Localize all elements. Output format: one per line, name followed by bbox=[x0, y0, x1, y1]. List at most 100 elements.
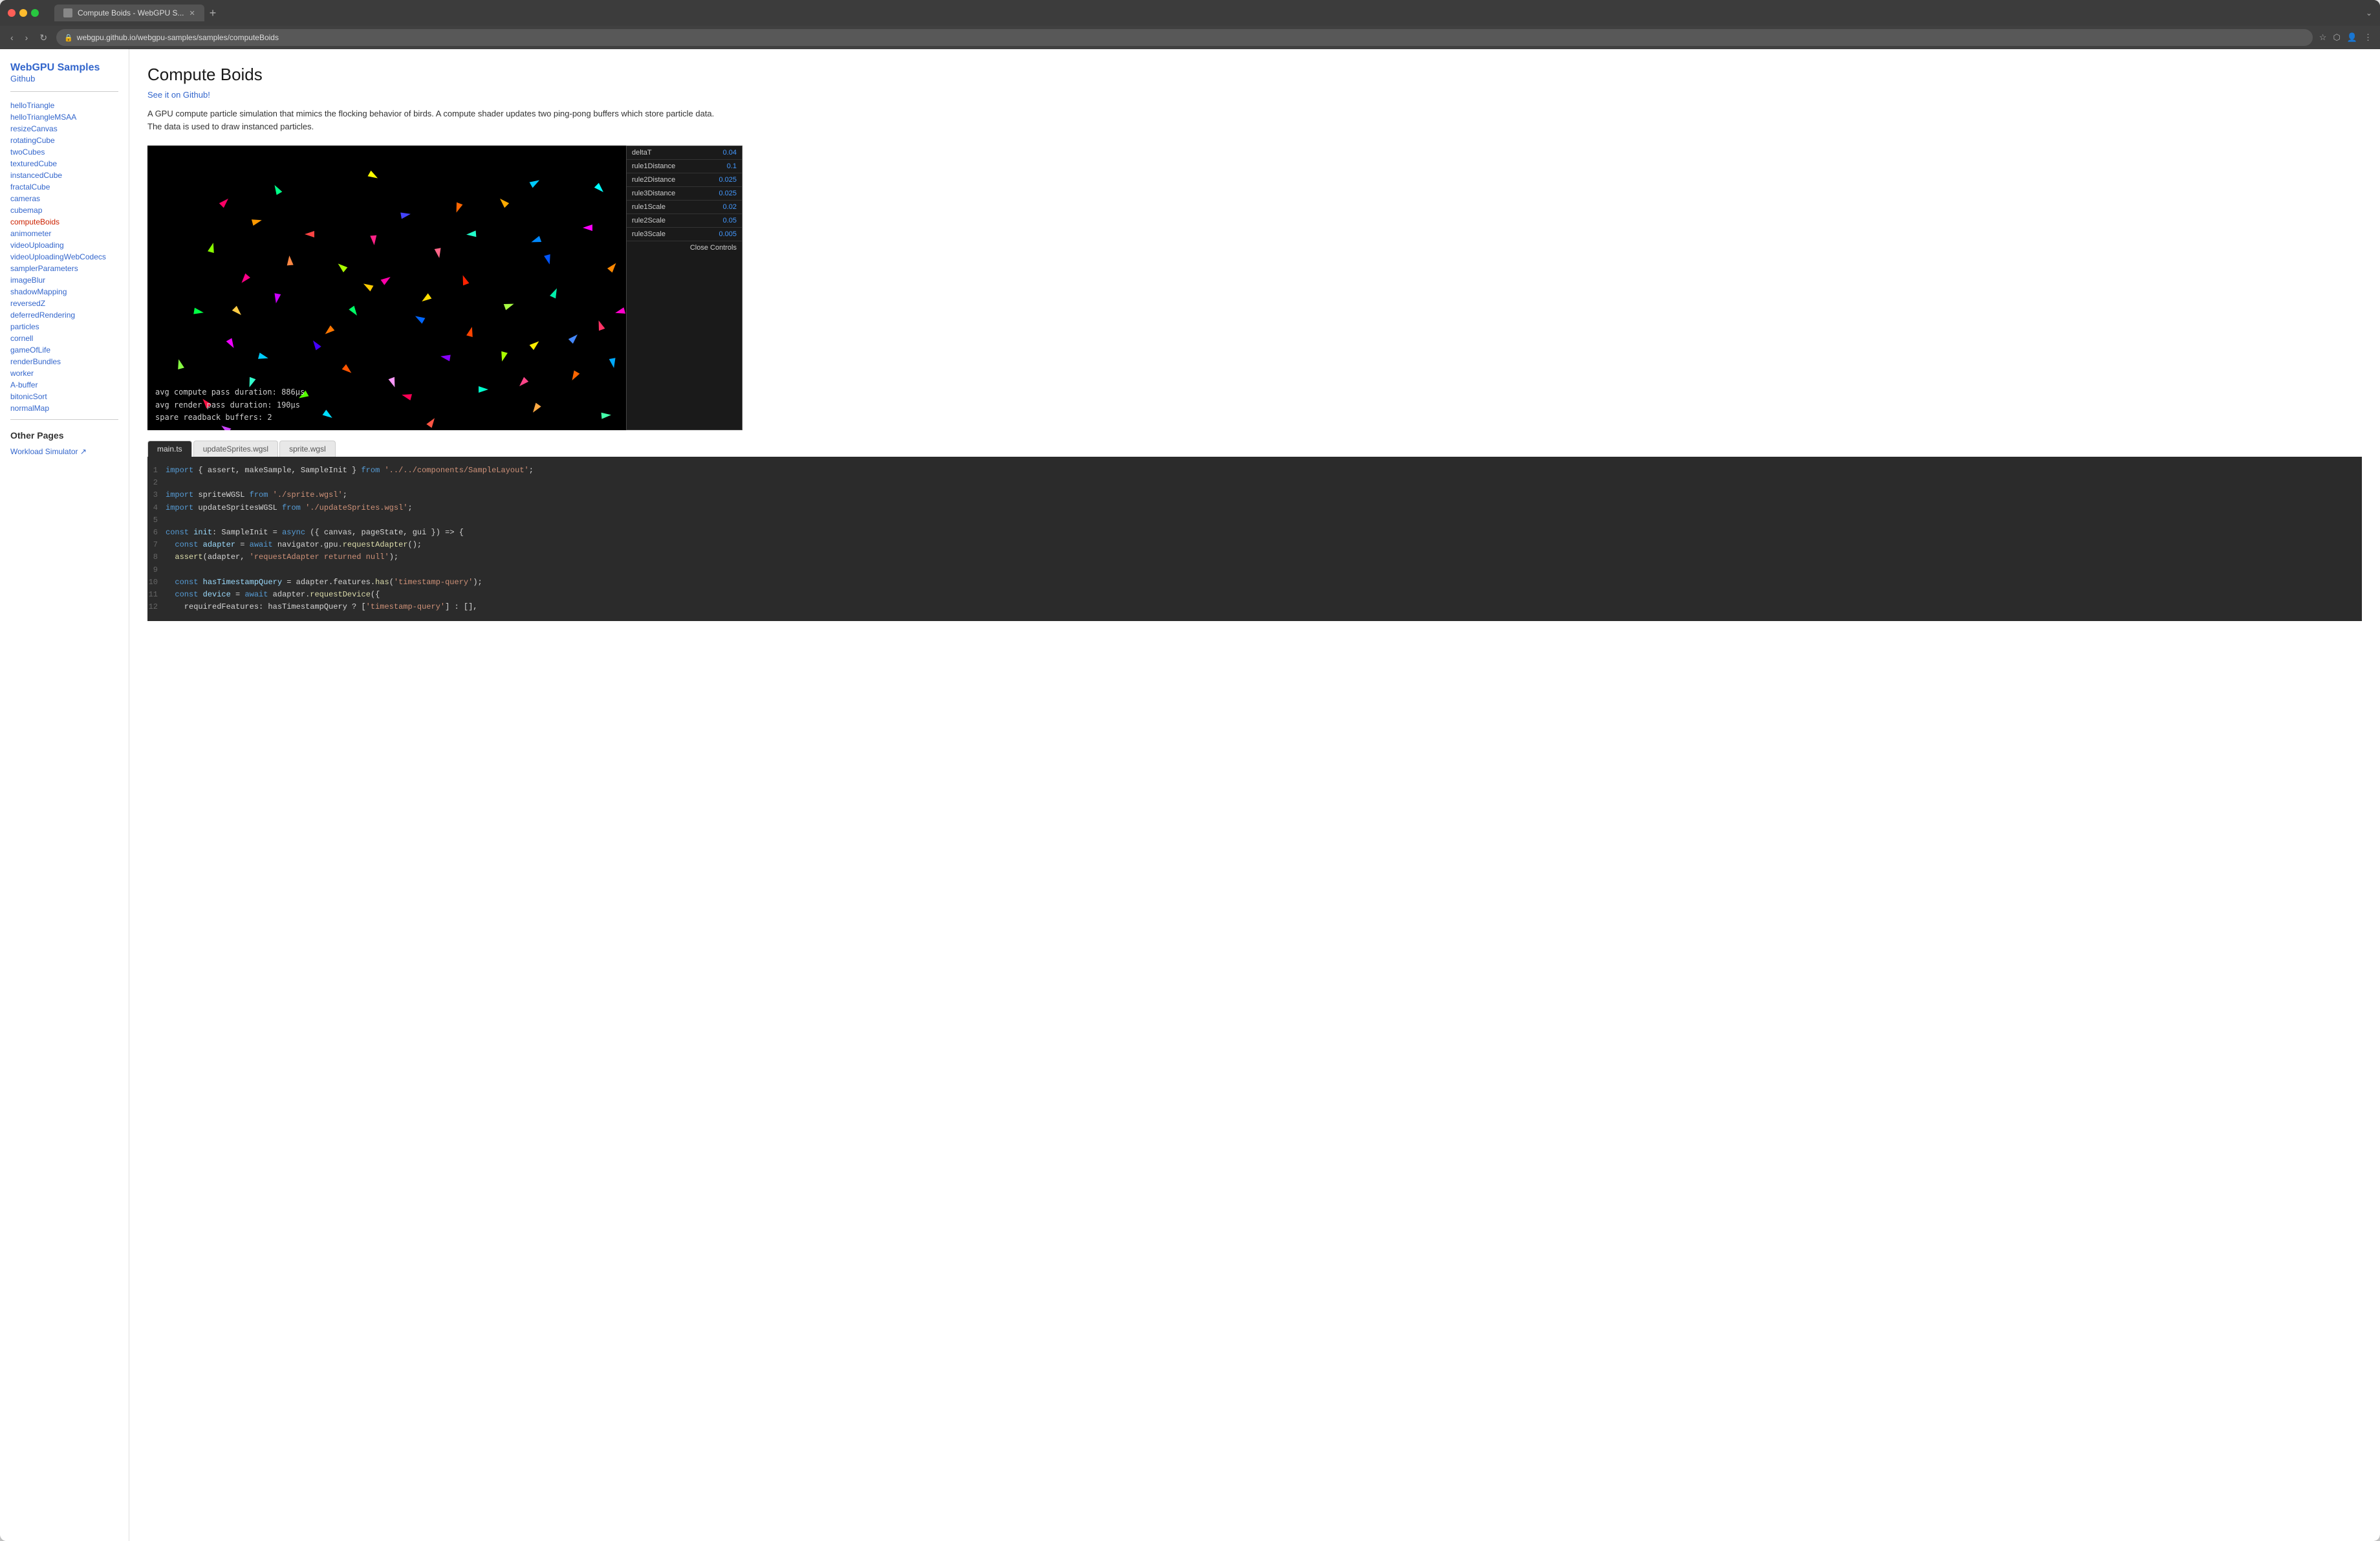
line-num-1: 1 bbox=[147, 464, 166, 477]
sidebar-item-animometer[interactable]: animometer bbox=[10, 228, 118, 239]
tab-main-ts[interactable]: main.ts bbox=[147, 441, 192, 457]
rule1Scale-label: rule1Scale bbox=[632, 203, 665, 211]
sidebar-item-bitonicSort[interactable]: bitonicSort bbox=[10, 391, 118, 402]
sidebar-item-A-buffer[interactable]: A-buffer bbox=[10, 379, 118, 391]
lock-icon: 🔒 bbox=[64, 34, 73, 42]
code-line-5: 5 bbox=[147, 514, 2362, 527]
line-content-12: requiredFeatures: hasTimestampQuery ? ['… bbox=[166, 601, 2362, 613]
sidebar-item-twoCubes[interactable]: twoCubes bbox=[10, 146, 118, 158]
rule2Scale-value[interactable]: 0.05 bbox=[723, 217, 737, 224]
line-num-6: 6 bbox=[147, 527, 166, 539]
url-text: webgpu.github.io/webgpu-samples/samples/… bbox=[77, 33, 279, 42]
sidebar-item-imageBlur[interactable]: imageBlur bbox=[10, 274, 118, 286]
simulation-wrapper: avg compute pass duration: 886μs avg ren… bbox=[147, 146, 2362, 430]
code-line-1: 1 import { assert, makeSample, SampleIni… bbox=[147, 464, 2362, 477]
tab-favicon bbox=[63, 8, 72, 17]
line-num-2: 2 bbox=[147, 477, 166, 489]
sidebar: WebGPU Samples Github helloTriangle hell… bbox=[0, 49, 129, 1541]
sidebar-item-cornell[interactable]: cornell bbox=[10, 333, 118, 344]
control-row-rule3Scale: rule3Scale 0.005 bbox=[627, 228, 742, 241]
sidebar-item-fractalCube[interactable]: fractalCube bbox=[10, 181, 118, 193]
controls-panel: deltaT 0.04 rule1Distance 0.1 rule2Dista… bbox=[626, 146, 742, 430]
line-content-1: import { assert, makeSample, SampleInit … bbox=[166, 464, 2362, 477]
close-controls-button[interactable]: Close Controls bbox=[627, 241, 742, 254]
github-link[interactable]: See it on Github! bbox=[147, 90, 2362, 100]
rule2Distance-label: rule2Distance bbox=[632, 176, 675, 184]
tab-title: Compute Boids - WebGPU S... bbox=[78, 8, 184, 17]
window-controls: ⌄ bbox=[2366, 8, 2372, 17]
deltaT-value[interactable]: 0.04 bbox=[723, 149, 737, 157]
minimize-button[interactable] bbox=[19, 9, 27, 17]
nav-bar: ‹ › ↻ 🔒 webgpu.github.io/webgpu-samples/… bbox=[0, 26, 2380, 49]
sidebar-item-worker[interactable]: worker bbox=[10, 367, 118, 379]
tab-sprite-wgsl[interactable]: sprite.wgsl bbox=[279, 441, 336, 457]
rule3Distance-label: rule3Distance bbox=[632, 190, 675, 197]
sidebar-item-rotatingCube[interactable]: rotatingCube bbox=[10, 135, 118, 146]
rule1Distance-label: rule1Distance bbox=[632, 162, 675, 170]
sidebar-item-helloTriangle[interactable]: helloTriangle bbox=[10, 100, 118, 111]
line-num-5: 5 bbox=[147, 514, 166, 527]
forward-button[interactable]: › bbox=[23, 30, 31, 45]
rule3Scale-value[interactable]: 0.005 bbox=[719, 230, 737, 238]
tab-updateSprites[interactable]: updateSprites.wgsl bbox=[193, 441, 278, 457]
address-bar[interactable]: 🔒 webgpu.github.io/webgpu-samples/sample… bbox=[56, 29, 2313, 46]
sidebar-item-videoUploadingWebCodecs[interactable]: videoUploadingWebCodecs bbox=[10, 251, 118, 263]
line-num-4: 4 bbox=[147, 502, 166, 514]
line-num-9: 9 bbox=[147, 564, 166, 576]
sidebar-github-link[interactable]: Github bbox=[10, 74, 118, 83]
sidebar-item-cubemap[interactable]: cubemap bbox=[10, 204, 118, 216]
sidebar-item-gameOfLife[interactable]: gameOfLife bbox=[10, 344, 118, 356]
tab-close-icon[interactable]: ✕ bbox=[189, 9, 195, 17]
workload-simulator-link[interactable]: Workload Simulator ↗ bbox=[10, 446, 118, 457]
sidebar-item-particles[interactable]: particles bbox=[10, 321, 118, 333]
sidebar-item-samplerParameters[interactable]: samplerParameters bbox=[10, 263, 118, 274]
sidebar-item-deferredRendering[interactable]: deferredRendering bbox=[10, 309, 118, 321]
line-content-6: const init: SampleInit = async ({ canvas… bbox=[166, 527, 2362, 539]
sidebar-item-computeBoids[interactable]: computeBoids bbox=[10, 216, 118, 228]
sidebar-item-resizeCanvas[interactable]: resizeCanvas bbox=[10, 123, 118, 135]
sidebar-item-instancedCube[interactable]: instancedCube bbox=[10, 169, 118, 181]
extensions-icon[interactable]: ⬡ bbox=[2333, 32, 2340, 43]
code-line-6: 6 const init: SampleInit = async ({ canv… bbox=[147, 527, 2362, 539]
render-stat: avg render pass duration: 190μs bbox=[155, 399, 305, 411]
close-button[interactable] bbox=[8, 9, 16, 17]
sidebar-item-cameras[interactable]: cameras bbox=[10, 193, 118, 204]
sidebar-item-reversedZ[interactable]: reversedZ bbox=[10, 298, 118, 309]
new-tab-button[interactable]: + bbox=[210, 6, 217, 20]
line-num-12: 12 bbox=[147, 601, 166, 613]
rule3Distance-value[interactable]: 0.025 bbox=[719, 190, 737, 197]
code-line-3: 3 import spriteWGSL from './sprite.wgsl'… bbox=[147, 489, 2362, 501]
sidebar-item-texturedCube[interactable]: texturedCube bbox=[10, 158, 118, 169]
sidebar-divider bbox=[10, 91, 118, 92]
main-content: Compute Boids See it on Github! A GPU co… bbox=[129, 49, 2380, 1541]
control-row-rule1Scale: rule1Scale 0.02 bbox=[627, 201, 742, 214]
sidebar-item-renderBundles[interactable]: renderBundles bbox=[10, 356, 118, 367]
title-bar: Compute Boids - WebGPU S... ✕ + ⌄ bbox=[0, 0, 2380, 26]
menu-icon[interactable]: ⋮ bbox=[2364, 32, 2372, 43]
line-content-9 bbox=[166, 564, 2362, 576]
reload-button[interactable]: ↻ bbox=[37, 30, 50, 46]
sidebar-item-shadowMapping[interactable]: shadowMapping bbox=[10, 286, 118, 298]
browser-tab-active[interactable]: Compute Boids - WebGPU S... ✕ bbox=[54, 5, 204, 21]
line-num-7: 7 bbox=[147, 539, 166, 551]
code-line-4: 4 import updateSpritesWGSL from './updat… bbox=[147, 502, 2362, 514]
rule1Scale-value[interactable]: 0.02 bbox=[723, 203, 737, 211]
code-line-8: 8 assert(adapter, 'requestAdapter return… bbox=[147, 551, 2362, 563]
rule1Distance-value[interactable]: 0.1 bbox=[727, 162, 737, 170]
stats-overlay: avg compute pass duration: 886μs avg ren… bbox=[155, 386, 305, 424]
line-content-11: const device = await adapter.requestDevi… bbox=[166, 589, 2362, 601]
code-editor: 1 import { assert, makeSample, SampleIni… bbox=[147, 457, 2362, 621]
bookmark-icon[interactable]: ☆ bbox=[2319, 32, 2327, 43]
rule2Distance-value[interactable]: 0.025 bbox=[719, 176, 737, 184]
code-line-11: 11 const device = await adapter.requestD… bbox=[147, 589, 2362, 601]
sidebar-item-helloTriangleMSAA[interactable]: helloTriangleMSAA bbox=[10, 111, 118, 123]
sidebar-title[interactable]: WebGPU Samples bbox=[10, 62, 100, 73]
page-title: Compute Boids bbox=[147, 65, 2362, 85]
back-button[interactable]: ‹ bbox=[8, 30, 16, 45]
maximize-button[interactable] bbox=[31, 9, 39, 17]
tab-bar: Compute Boids - WebGPU S... ✕ + bbox=[54, 5, 2361, 21]
line-num-10: 10 bbox=[147, 576, 166, 589]
profile-icon[interactable]: 👤 bbox=[2347, 32, 2357, 43]
sidebar-item-normalMap[interactable]: normalMap bbox=[10, 402, 118, 414]
sidebar-item-videoUploading[interactable]: videoUploading bbox=[10, 239, 118, 251]
